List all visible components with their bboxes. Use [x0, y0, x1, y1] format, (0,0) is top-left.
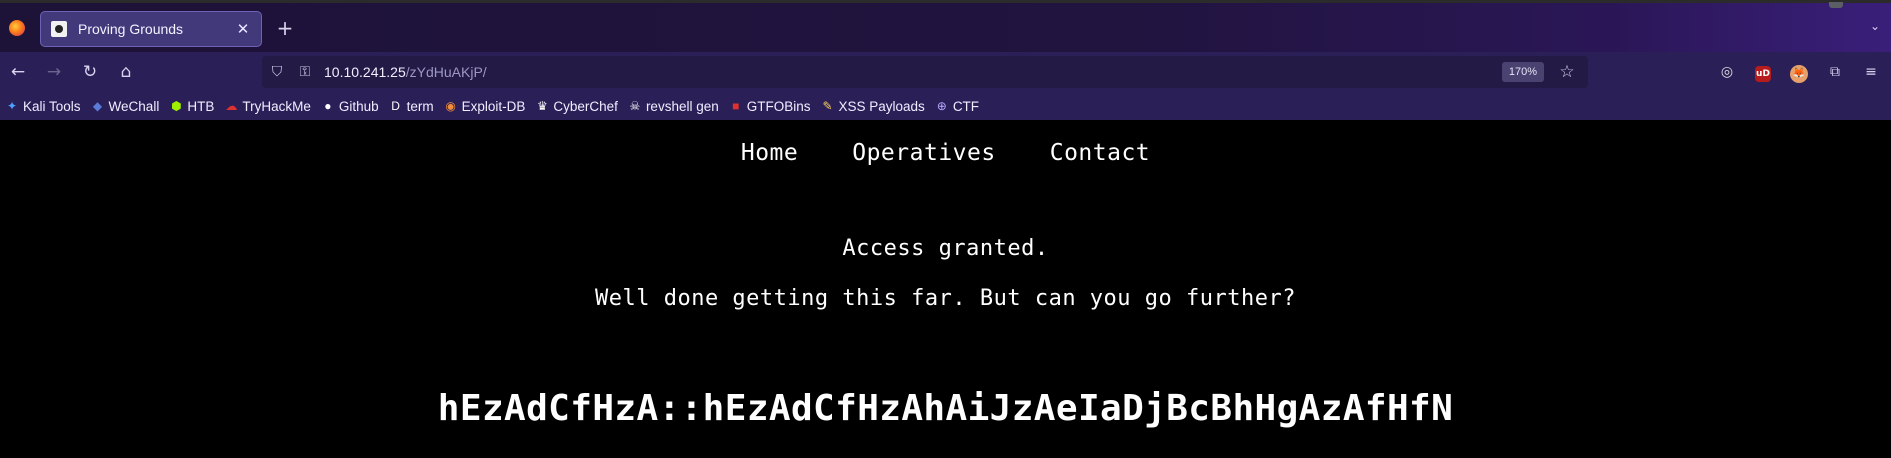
back-arrow-icon[interactable]: ← [7, 61, 29, 83]
bookmark-revshell-gen[interactable]: ☠ revshell gen [628, 99, 719, 114]
bookmark-label: CyberChef [553, 98, 618, 114]
bookmark-label: XSS Payloads [838, 98, 925, 114]
bookmark-label: term [406, 98, 434, 114]
firefox-logo-icon [9, 20, 25, 36]
bookmark-exploit-db[interactable]: ◉ Exploit-DB [444, 98, 526, 114]
tab-close-icon[interactable]: ✕ [233, 19, 253, 39]
app-menu-icon[interactable]: ≡ [1860, 61, 1882, 83]
tab-title: Proving Grounds [78, 21, 184, 37]
gtfobins-icon: ■ [732, 99, 740, 113]
spy-glasses-extension-icon[interactable]: ◎ [1716, 61, 1738, 83]
insecure-lock-icon[interactable]: ⚿ [296, 63, 314, 81]
bookmark-star-icon[interactable]: ☆ [1556, 61, 1578, 83]
url-host: 10.10.241.25 [324, 64, 406, 80]
chef-hat-icon: ♛ [537, 99, 548, 113]
bookmark-htb[interactable]: ⬢ HTB [169, 99, 214, 114]
term-icon: D [391, 99, 400, 113]
bookmark-label: GTFOBins [746, 98, 811, 114]
htb-cube-icon: ⬢ [171, 99, 182, 113]
bookmark-github[interactable]: ● Github [321, 98, 379, 114]
nav-link-home[interactable]: Home [741, 140, 798, 166]
bookmark-gtfobins[interactable]: ■ GTFOBins [729, 98, 811, 114]
forward-arrow-icon[interactable]: → [43, 61, 65, 83]
bookmark-xss-payloads[interactable]: ✎ XSS Payloads [821, 98, 925, 114]
extensions-puzzle-icon[interactable]: ⧉ [1824, 61, 1846, 83]
bookmark-label: revshell gen [645, 98, 719, 114]
bookmarks-toolbar: ✦ Kali Tools ◆ WeChall ⬢ HTB ☁ TryHackMe ● Github… [0, 92, 1891, 120]
wechall-icon: ◆ [92, 99, 103, 113]
bookmark-wechall[interactable]: ◆ WeChall [91, 98, 160, 114]
bookmark-label: TryHackMe [242, 98, 311, 114]
globe-icon: ⊕ [936, 99, 947, 113]
bookmark-label: Kali Tools [23, 98, 81, 114]
firefox-menu-button[interactable] [4, 15, 30, 41]
github-icon: ● [324, 99, 332, 113]
bookmark-tryhackme[interactable]: ☁ TryHackMe [224, 99, 311, 114]
zoom-level-badge[interactable]: 170% [1501, 62, 1544, 82]
web-page: Home Operatives Contact Access granted. … [0, 120, 1891, 458]
site-navigation: Home Operatives Contact [0, 140, 1891, 166]
new-tab-button[interactable]: + [274, 17, 296, 39]
tab-favicon-icon [51, 21, 67, 37]
ublock-origin-icon[interactable]: uD [1752, 61, 1774, 83]
reload-icon[interactable]: ↻ [79, 61, 101, 83]
bookmark-cyberchef[interactable]: ♛ CyberChef [535, 99, 618, 114]
bookmark-ctf[interactable]: ⊕ CTF [935, 99, 979, 114]
xss-icon: ✎ [822, 99, 833, 113]
bookmark-kali-tools[interactable]: ✦ Kali Tools [5, 99, 81, 114]
tab-proving-grounds[interactable]: Proving Grounds ✕ [40, 11, 262, 47]
navigation-toolbar: ← → ↻ ⌂ ⛉ ⚿ 10.10.241.25/zYdHuAKjP/ 170%… [0, 52, 1891, 92]
bookmark-label: WeChall [108, 98, 160, 114]
tracking-shield-icon[interactable]: ⛉ [268, 63, 286, 81]
url-path: /zYdHuAKjP/ [405, 64, 487, 80]
exploitdb-icon: ◉ [445, 99, 456, 113]
url-text[interactable]: 10.10.241.25/zYdHuAKjP/ [324, 63, 487, 81]
kali-icon: ✦ [6, 99, 18, 113]
thm-cloud-icon: ☁ [225, 99, 238, 113]
window-drag-handle[interactable] [1829, 2, 1843, 8]
bookmark-label: Exploit-DB [461, 98, 526, 114]
fox-extension-icon[interactable]: 🦊 [1788, 61, 1810, 83]
skull-icon: ☠ [629, 99, 641, 113]
nav-link-contact[interactable]: Contact [1050, 140, 1150, 166]
address-bar[interactable]: ⛉ ⚿ 10.10.241.25/zYdHuAKjP/ 170% ☆ [262, 56, 1588, 88]
nav-link-operatives[interactable]: Operatives [852, 140, 995, 166]
bookmark-label: Github [338, 98, 379, 114]
encoded-credential-text: hEzAdCfHzA::hEzAdCfHzAhAiJzAeIaDjBcBhHgA… [437, 388, 1454, 429]
access-granted-text: Access granted. [842, 236, 1049, 261]
further-prompt-text: Well done getting this far. But can you … [594, 286, 1296, 311]
bookmark-term[interactable]: Dterm [389, 98, 434, 114]
bookmark-label: HTB [187, 98, 215, 114]
home-icon[interactable]: ⌂ [115, 61, 137, 83]
browser-window: Proving Grounds ✕ + ⌄ ← → ↻ ⌂ ⛉ ⚿ 10.10.… [0, 0, 1891, 458]
tab-list-chevron-icon[interactable]: ⌄ [1867, 19, 1883, 35]
bookmark-label: CTF [952, 98, 980, 114]
tab-strip: Proving Grounds ✕ + ⌄ [0, 0, 1891, 52]
